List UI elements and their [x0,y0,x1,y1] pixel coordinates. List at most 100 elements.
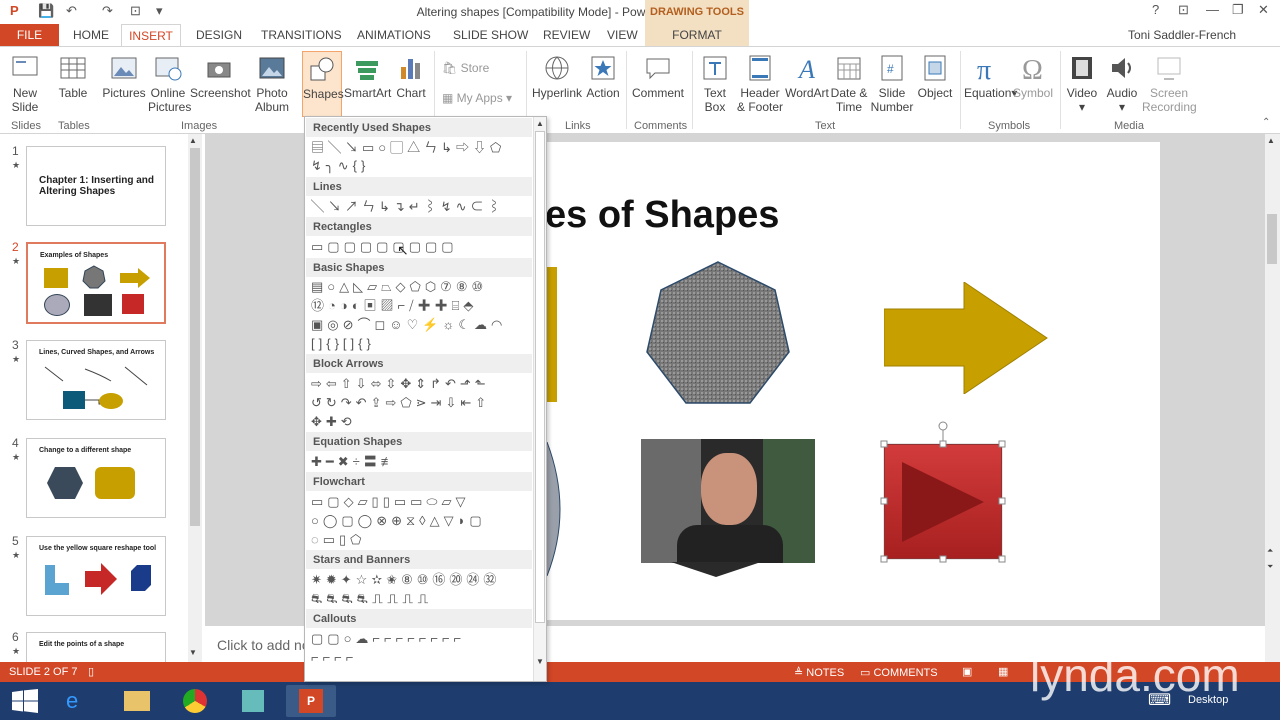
shape-row[interactable]: ✥✚⟲ [311,414,356,430]
audio-button[interactable]: Audio ▾ [1104,53,1140,114]
shape-row[interactable]: ▭▢◇▱▯▯▭▭⬭▱▽ [311,494,470,510]
thumbnails-scrollbar[interactable]: ▲ ▼ [188,134,202,662]
shape-row[interactable]: ✷✹✦☆✫✬⑧⑩⑯⑳㉔㉜ [311,572,500,588]
slide-thumbnail-1[interactable]: Chapter 1: Inserting and Altering Shapes [26,146,166,226]
shape-row[interactable]: ↯╮∿{} [311,158,369,174]
action-button[interactable]: Action [584,53,622,100]
slide-sorter-icon[interactable]: ▦ [998,665,1008,678]
slide-canvas[interactable]: es of Shapes [545,142,1160,620]
tab-view[interactable]: VIEW [607,28,638,42]
table-button[interactable]: Table [56,53,90,100]
tab-format[interactable]: FORMAT [645,24,749,46]
text-box-button[interactable]: Text Box [698,53,732,114]
scroll-thumb[interactable] [535,131,545,623]
selection-handles[interactable] [876,418,1012,570]
shape-row[interactable]: ▭▢▢▢▢▢▢▢▢ [311,239,458,255]
right-arrow-shape[interactable] [884,282,1048,394]
normal-view-icon[interactable]: ▣ [962,665,972,678]
slide-number-button[interactable]: # Slide Number [870,53,914,114]
help-icon[interactable]: ? [1152,2,1159,17]
minimize-icon[interactable]: — [1206,2,1219,17]
tab-slide-show[interactable]: SLIDE SHOW [453,28,528,42]
shape-row[interactable]: ⌐⌐⌐⌐ [311,650,357,666]
scroll-down-icon[interactable]: ▼ [189,648,197,657]
slide-thumbnail-4[interactable]: Change to a different shape [26,438,166,518]
scroll-up-icon[interactable]: ▲ [536,119,544,128]
chrome-taskbar[interactable] [170,685,220,717]
smartart-button[interactable]: SmartArt [344,53,391,100]
object-button[interactable]: Object [916,53,954,100]
collapse-ribbon-icon[interactable]: ⌃ [1262,117,1270,128]
file-explorer-taskbar[interactable] [112,685,162,717]
shape-row[interactable]: ○◯▢◯⊗⊕⧖◊△▽◗▢ [311,513,486,529]
scroll-thumb[interactable] [1267,214,1277,264]
slide-thumbnail-2[interactable]: Examples of Shapes [26,242,166,324]
gallery-scrollbar[interactable]: ▲ ▼ [533,117,546,681]
slide-thumbnail-5[interactable]: Use the yellow square reshape tool [26,536,166,616]
previous-slide-icon[interactable]: ⏶ [1267,546,1273,556]
next-slide-icon[interactable]: ⏷ [1267,562,1273,572]
scroll-down-icon[interactable]: ▼ [536,657,544,666]
internet-explorer-taskbar[interactable]: e [54,685,104,717]
shape-row[interactable]: ↺↻↷↶⇪⇨⬠⋗⇥⇩⇤⇧ [311,395,490,411]
shape-row[interactable]: ▤╲↘▭○▢△ㄣ↳⇨⇩⬠ [311,140,505,156]
tab-file[interactable]: FILE [0,24,59,46]
oval-pattern-shape[interactable] [545,440,573,578]
shape-row[interactable]: []{}[]{} [311,336,375,352]
shape-row[interactable]: ╲↘↗ㄣ↳↴↵⌇↯∿⊂⌇ [311,199,504,215]
shape-row[interactable]: ✚━✖÷〓≢ [311,454,398,470]
tab-home[interactable]: HOME [73,28,109,42]
my-apps-button[interactable]: ▦ My Apps ▾ [442,91,512,105]
notes-toggle[interactable]: ≜ NOTES [794,666,844,679]
photo-album-button[interactable]: Photo Album [250,53,294,114]
scroll-thumb[interactable] [190,148,200,526]
new-slide-button[interactable]: New Slide [6,53,44,114]
screen-recording-button[interactable]: Screen Recording [1142,53,1197,114]
app-taskbar[interactable] [228,685,278,717]
date-time-button[interactable]: Date & Time [830,53,868,114]
heptagon-shape[interactable] [645,260,791,405]
tab-transitions[interactable]: TRANSITIONS [261,28,342,42]
ribbon-display-icon[interactable]: ⊡ [1178,2,1189,18]
equation-button[interactable]: π Equation▾ [964,53,1017,100]
comments-toggle[interactable]: ▭ COMMENTS [860,666,938,679]
close-icon[interactable]: ✕ [1258,2,1269,18]
tab-review[interactable]: REVIEW [543,28,590,42]
pictures-button[interactable]: Pictures [101,53,147,100]
user-name[interactable]: Toni Saddler-French [1128,28,1236,42]
tab-animations[interactable]: ANIMATIONS [357,28,431,42]
shape-row[interactable]: ⑫◔◑◐▣▨⌐⧸✚✚⌸⬘ [311,298,477,314]
slide-thumbnail-3[interactable]: Lines, Curved Shapes, and Arrows [26,340,166,420]
spell-check-icon[interactable]: ▯ [88,665,94,678]
screenshot-button[interactable]: Screenshot [190,53,251,100]
tab-insert[interactable]: INSERT [121,24,181,47]
restore-icon[interactable]: ❐ [1232,2,1244,18]
online-pictures-button[interactable]: Online Pictures [148,53,191,114]
scroll-up-icon[interactable]: ▲ [1267,136,1275,145]
store-button[interactable]: 🛍 Store [442,61,489,75]
wordart-button[interactable]: A WordArt [785,53,829,100]
slide-thumbnail-6[interactable]: Edit the points of a shape [26,632,166,662]
shape-row[interactable]: ▣◎⊘⌒◻☺♡⚡☼☾☁◠ [311,317,506,333]
photo-of-man[interactable] [641,439,815,563]
chart-button[interactable]: Chart [394,53,428,100]
scroll-up-icon[interactable]: ▲ [189,136,197,145]
powerpoint-taskbar[interactable]: P [286,685,336,717]
shape-row[interactable]: ◌▭▯⬠ [311,532,365,548]
hyperlink-button[interactable]: Hyperlink [532,53,582,100]
shapes-gallery[interactable]: Recently Used Shapes ▤╲↘▭○▢△ㄣ↳⇨⇩⬠ ↯╮∿{} … [304,116,547,682]
comment-button[interactable]: Comment [630,53,686,100]
shape-row[interactable]: ⇨⇦⇧⇩⬄⇳✥⇕↱↶⬏⬑ [311,376,490,392]
windows-start-icon[interactable] [12,689,38,713]
slide-scrollbar[interactable]: ▲ ⏶ ⏷ [1265,134,1280,662]
symbol-button[interactable]: Ω Symbol [1012,53,1054,100]
shape-row[interactable]: ▢▢○☁⌐⌐⌐⌐⌐⌐⌐⌐ [311,631,465,647]
header-footer-button[interactable]: Header & Footer [735,53,785,114]
tab-design[interactable]: DESIGN [196,28,242,42]
shape-row[interactable]: ▤○△◺▱⏢◇⬠⬡⑦⑧⑩ [311,279,487,295]
notes-placeholder[interactable]: Click to add no [217,637,310,653]
video-button[interactable]: Video ▾ [1064,53,1100,114]
shape-row[interactable]: ⛐⛐⛐⛐⎍⎍⎍⎍ [311,591,433,607]
shapes-button[interactable]: Shapes [302,51,344,117]
slide-title[interactable]: es of Shapes [545,194,779,237]
